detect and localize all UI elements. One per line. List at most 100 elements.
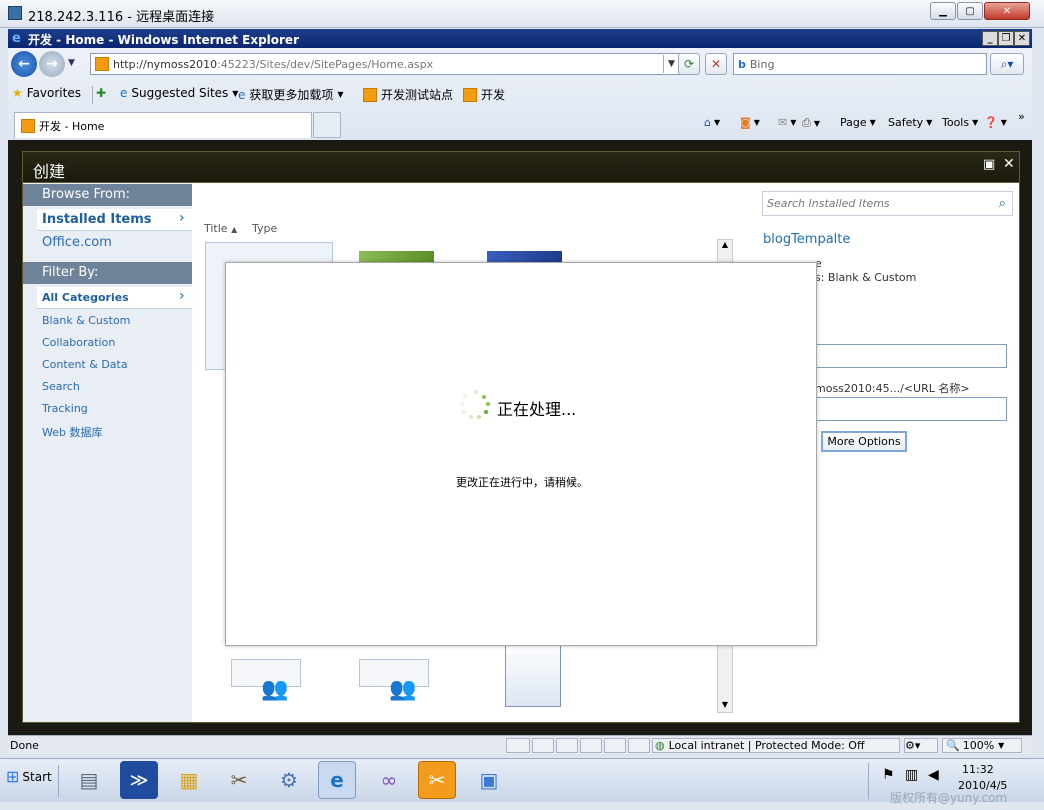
installed-items-link[interactable]: Installed Items › xyxy=(37,209,192,231)
forward-button[interactable]: → xyxy=(39,51,65,77)
network-icon[interactable]: ▥ xyxy=(905,767,918,783)
category-content-data[interactable]: Content & Data xyxy=(42,358,128,371)
address-bar[interactable]: http://nymoss2010:45223/Sites/dev/SitePa… xyxy=(90,53,680,75)
feeds-icon[interactable]: ◙ ▼ xyxy=(740,116,760,129)
close-button[interactable]: ✕ xyxy=(984,2,1030,20)
help-icon[interactable]: ❓ ▼ xyxy=(984,116,1007,129)
blank-document-icon[interactable] xyxy=(505,645,561,707)
test-site-link[interactable]: 开发测试站点 xyxy=(363,86,453,103)
scroll-up-icon[interactable]: ▲ xyxy=(718,240,732,249)
search-icon[interactable]: ⌕ xyxy=(999,196,1006,211)
new-tab-button[interactable] xyxy=(313,112,341,138)
windows-logo-icon: ⊞ xyxy=(6,767,20,786)
search-box[interactable]: b Bing xyxy=(733,53,987,75)
processing-title: 正在处理... xyxy=(497,400,577,419)
favorites-button[interactable]: ★ Favorites xyxy=(12,86,81,100)
volume-icon[interactable]: ◀ xyxy=(928,767,939,783)
tools-icon[interactable]: ✂ xyxy=(418,761,456,799)
safety-menu[interactable]: Safety ▼ xyxy=(888,116,932,129)
chevron-right-icon: › xyxy=(179,210,185,226)
start-button[interactable]: ⊞ Start xyxy=(6,767,52,786)
dialog-title: 创建 xyxy=(33,162,66,181)
visual-studio-icon[interactable]: ∞ xyxy=(370,761,408,799)
rdp-title-bar: 218.242.3.116 - 远程桌面连接 ▁ ▢ ✕ xyxy=(0,0,1044,28)
flag-icon[interactable]: ⚑ xyxy=(882,767,895,783)
category-web-database[interactable]: Web 数据库 xyxy=(42,424,102,440)
address-host: http://nymoss2010 xyxy=(113,57,218,71)
team-site-icon[interactable]: 👥 xyxy=(231,645,303,709)
status-bar: Done ◍ Local intranet | Protected Mode: O… xyxy=(8,735,1032,754)
maximize-dialog-icon[interactable]: ▣ xyxy=(983,157,995,172)
page-menu[interactable]: Page ▼ xyxy=(840,116,876,129)
address-dropdown-icon[interactable]: ▼ xyxy=(663,55,679,73)
sort-type-header[interactable]: Type xyxy=(252,222,277,235)
site-url-field[interactable] xyxy=(803,397,1007,421)
explorer-folder-icon[interactable]: ▦ xyxy=(170,761,208,799)
url-hint-text: moss2010:45.../<URL 名称> xyxy=(815,382,970,395)
ie-logo-icon: e xyxy=(12,31,21,46)
scroll-down-icon[interactable]: ▼ xyxy=(718,700,732,709)
search-placeholder: Bing xyxy=(749,57,775,71)
settings-gear-icon[interactable]: ⚙ xyxy=(270,761,308,799)
admin-tools-icon[interactable]: ✂ xyxy=(220,761,258,799)
sort-title-header[interactable]: Title ▲ xyxy=(204,222,237,235)
powershell-icon[interactable]: ≫ xyxy=(120,761,158,799)
category-blank-custom[interactable]: Blank & Custom xyxy=(42,314,130,327)
minimize-button[interactable]: ▁ xyxy=(930,2,956,20)
stop-icon[interactable]: ✕ xyxy=(705,53,727,75)
category-all[interactable]: All Categories › xyxy=(37,287,192,309)
get-addons-link[interactable]: e 获取更多加载项 ▼ xyxy=(238,86,344,103)
start-label: Start xyxy=(22,769,52,784)
suggested-sites-link[interactable]: e Suggested Sites ▼ xyxy=(120,86,238,100)
chevron-more-icon[interactable]: » xyxy=(1018,110,1025,123)
ie-close-button[interactable]: ✕ xyxy=(1014,31,1030,46)
test-site-label: 开发测试站点 xyxy=(381,88,454,102)
home-icon[interactable]: ⌂ ▼ xyxy=(704,116,720,129)
group-site-icon[interactable]: 👥 xyxy=(359,645,431,709)
back-button[interactable]: ← xyxy=(11,51,37,77)
ie-title-bar: e 开发 - Home - Windows Internet Explorer … xyxy=(8,29,1032,48)
internet-explorer-icon[interactable]: e xyxy=(318,761,356,799)
left-nav: Browse From: Installed Items › Office.co… xyxy=(23,183,192,722)
loading-spinner-icon xyxy=(460,390,490,419)
page-menu-label: Page xyxy=(840,116,867,129)
ie-minimize-button[interactable]: _ xyxy=(982,31,998,46)
more-options-button[interactable]: More Options xyxy=(821,431,907,452)
processing-message: 更改正在进行中，请稍候。 xyxy=(456,476,588,489)
site-icon xyxy=(463,87,477,102)
site-icon xyxy=(21,118,35,133)
close-dialog-icon[interactable]: ✕ xyxy=(1003,156,1015,172)
bing-icon: b xyxy=(738,57,746,71)
search-button[interactable]: ⌕▾ xyxy=(990,53,1024,75)
favorites-label: Favorites xyxy=(26,86,81,100)
ie-restore-button[interactable]: ❐ xyxy=(998,31,1014,46)
print-icon[interactable]: ⎙ ▼ xyxy=(802,116,820,130)
category-tracking[interactable]: Tracking xyxy=(42,402,88,415)
add-favorite-icon[interactable]: ✚ xyxy=(96,86,106,100)
tab-home[interactable]: 开发 - Home xyxy=(14,112,312,138)
server-manager-icon[interactable]: ▤ xyxy=(70,761,108,799)
category-search[interactable]: Search xyxy=(42,380,80,393)
installed-items-search[interactable]: Search Installed Items ⌕ xyxy=(762,191,1013,216)
get-addons-label: 获取更多加载项 xyxy=(249,88,334,102)
protected-mode-icon[interactable]: ⚙▾ xyxy=(904,738,938,753)
installed-items-search-placeholder: Search Installed Items xyxy=(767,197,890,210)
zoom-icon: 🔍 xyxy=(946,739,960,752)
mail-icon[interactable]: ✉ ▼ xyxy=(778,116,796,129)
title-column-label: Title xyxy=(204,222,228,235)
recent-pages-dropdown-icon[interactable]: ▼ xyxy=(68,58,75,68)
category-collaboration[interactable]: Collaboration xyxy=(42,336,115,349)
site-title-field[interactable] xyxy=(803,344,1007,368)
clock-time[interactable]: 11:32 xyxy=(962,763,994,776)
globe-icon: ◍ xyxy=(655,739,665,752)
dev-site-link[interactable]: 开发 xyxy=(463,86,505,103)
tab-label: 开发 - Home xyxy=(39,119,105,133)
maximize-button[interactable]: ▢ xyxy=(957,2,983,20)
refresh-icon[interactable]: ⟳ xyxy=(678,53,700,75)
zoom-control[interactable]: 🔍 100% ▼ xyxy=(942,738,1022,753)
security-zone[interactable]: ◍ Local intranet | Protected Mode: Off xyxy=(652,738,900,753)
sharepoint-icon[interactable]: ▣ xyxy=(470,761,508,799)
template-categories-text: s: Blank & Custom xyxy=(815,271,917,284)
office-com-link[interactable]: Office.com xyxy=(42,235,112,250)
tools-menu[interactable]: Tools ▼ xyxy=(942,116,978,129)
